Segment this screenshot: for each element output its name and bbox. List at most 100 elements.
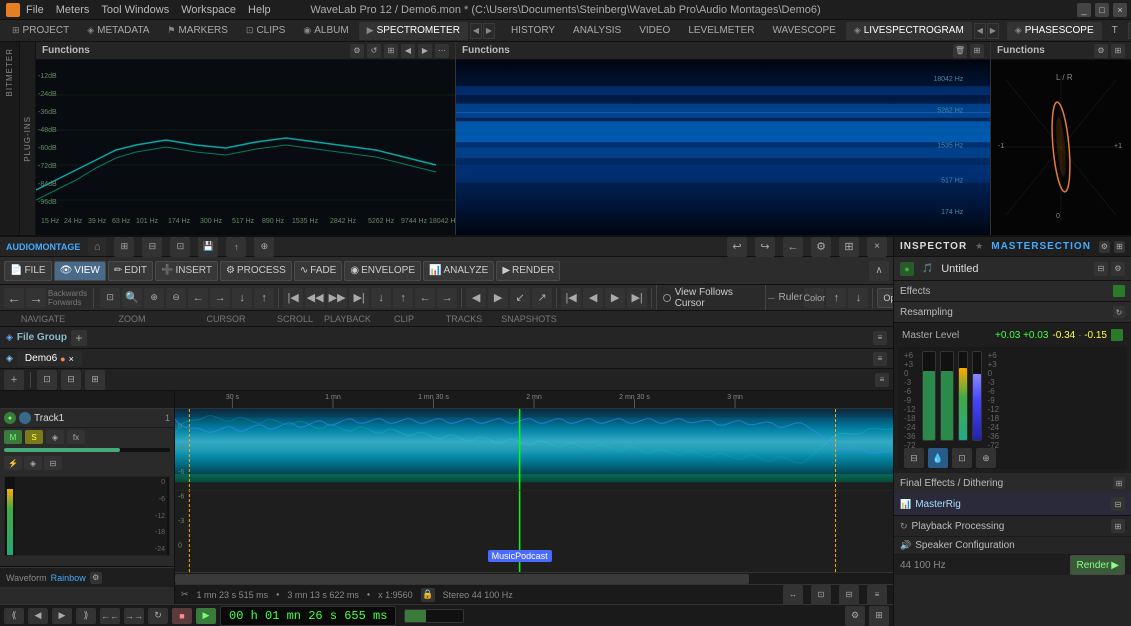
final-effects-add-btn[interactable]: ⊞: [1113, 477, 1125, 489]
fader-right[interactable]: [940, 351, 954, 441]
pb-next-btn[interactable]: ▶: [605, 288, 625, 308]
pb-rewind-btn[interactable]: |◀: [561, 288, 581, 308]
minimize-btn[interactable]: _: [1077, 3, 1091, 17]
transport-stop[interactable]: ■: [172, 608, 192, 624]
options-btn[interactable]: Options: [877, 288, 893, 308]
demo6-settings-btn[interactable]: ≡: [873, 352, 887, 366]
demo6-close-btn[interactable]: ×: [69, 354, 74, 364]
cursor-end-btn[interactable]: ▶|: [349, 288, 369, 308]
device-power-btn[interactable]: ●: [900, 262, 914, 276]
phasescope-settings-btn[interactable]: ⚙: [1094, 44, 1108, 58]
zoom-down-btn[interactable]: ↓: [232, 288, 252, 308]
cursor-up-btn[interactable]: ↑: [393, 288, 413, 308]
tab-spectrometer[interactable]: ▶ SPECTROMETER: [359, 22, 468, 40]
track1-btn3[interactable]: ⊟: [44, 456, 62, 470]
tab-t-option[interactable]: T: [1104, 22, 1126, 40]
add-track-btn[interactable]: +: [4, 370, 24, 390]
scroll-left-btn[interactable]: ◀: [466, 288, 486, 308]
redo-btn[interactable]: ↪: [755, 237, 775, 257]
track-ctrl2[interactable]: ⊟: [61, 370, 81, 390]
track1-fx-btn[interactable]: fx: [67, 430, 85, 444]
transport-skip-next[interactable]: ⟫: [76, 608, 96, 624]
tab-clips[interactable]: ⊡ CLIPS: [238, 22, 293, 40]
speaker-config-section[interactable]: 🔊 Speaker Configuration: [894, 537, 1131, 555]
transport-fwd[interactable]: →→: [124, 608, 144, 624]
playback-processing-section[interactable]: ↻ Playback Processing ⊞: [894, 516, 1131, 537]
right-tab-next[interactable]: ▶: [987, 23, 999, 39]
resampling-ctrl[interactable]: ↻: [1113, 306, 1125, 318]
maximize-btn[interactable]: □: [1095, 3, 1109, 17]
pb-prev-btn[interactable]: ◀: [583, 288, 603, 308]
tb-btn4[interactable]: ≡: [867, 585, 887, 605]
fg-settings-btn[interactable]: ≡: [873, 331, 887, 345]
tab-album[interactable]: ◉ ALBUM: [295, 22, 356, 40]
zoom-left-btn[interactable]: ←: [188, 288, 208, 308]
menu-workspace[interactable]: Workspace: [181, 4, 236, 16]
transport-skip-prev[interactable]: ⟪: [4, 608, 24, 624]
transport-back[interactable]: ←←: [100, 608, 120, 624]
forward-navigate-btn[interactable]: →: [26, 288, 46, 308]
color-btn[interactable]: Color: [804, 288, 824, 308]
render-btn[interactable]: Render ▶: [1070, 555, 1125, 575]
track-ctrl1[interactable]: ⊡: [37, 370, 57, 390]
fader-ctrl4[interactable]: ⊕: [976, 448, 996, 468]
insert-tab-btn[interactable]: ➕ INSERT: [155, 261, 218, 281]
zoom-lock-btn[interactable]: 🔒: [421, 588, 435, 602]
transport-next[interactable]: ▶: [52, 608, 72, 624]
track1-m-btn[interactable]: M: [4, 430, 22, 444]
am-expand-btn[interactable]: ⊞: [839, 237, 859, 257]
home-btn[interactable]: ⌂: [88, 238, 106, 256]
render-tab-btn[interactable]: ▶ RENDER: [496, 261, 560, 281]
zoom-cursor-btn[interactable]: ⊕: [144, 288, 164, 308]
final-effects-header[interactable]: Final Effects / Dithering ⊞: [894, 473, 1131, 493]
menu-help[interactable]: Help: [248, 4, 271, 16]
track1-settings-btn[interactable]: ◈: [46, 430, 64, 444]
transport-prev[interactable]: ◀: [28, 608, 48, 624]
tab-video[interactable]: VIDEO: [631, 22, 678, 40]
fader-ctrl3[interactable]: ⊡: [952, 448, 972, 468]
fader-left[interactable]: [922, 351, 936, 441]
file-tab-btn[interactable]: 📄 FILE: [4, 261, 52, 281]
zoom-in-btn[interactable]: 🔍: [122, 288, 142, 308]
device-ctrl2[interactable]: ⚙: [1111, 262, 1125, 276]
tb-btn2[interactable]: ⊡: [811, 585, 831, 605]
tb-btn3[interactable]: ⊟: [839, 585, 859, 605]
zoom-out-btn[interactable]: ⊖: [166, 288, 186, 308]
zoom-up-btn[interactable]: ↑: [254, 288, 274, 308]
transport-loop[interactable]: ↻: [148, 608, 168, 624]
status-settings-btn[interactable]: ⚙: [845, 606, 865, 626]
tab-project[interactable]: ⊞ PROJECT: [4, 22, 77, 40]
tab-phasescope[interactable]: ◈ PHASESCOPE: [1007, 22, 1102, 40]
track1-btn2[interactable]: ◈: [24, 456, 42, 470]
zoom-right-btn[interactable]: →: [210, 288, 230, 308]
export-btn[interactable]: ↑: [226, 237, 246, 257]
history-trash-btn[interactable]: 🗑: [953, 44, 967, 58]
cursor-prev-btn[interactable]: ◀◀: [305, 288, 325, 308]
paste-btn[interactable]: ⊡: [170, 237, 190, 257]
track1-btn1[interactable]: ⚡: [4, 456, 22, 470]
pb-processing-btn[interactable]: ⊞: [1111, 519, 1125, 533]
fade-tab-btn[interactable]: ∿ FADE: [294, 261, 343, 281]
scrollbar-thumb[interactable]: [175, 574, 749, 584]
cursor-next-btn[interactable]: ▶▶: [327, 288, 347, 308]
track1-volume-bar[interactable]: [4, 448, 170, 452]
tab-livespectrogram[interactable]: ◈ LIVESPECTROGRAM: [846, 22, 972, 40]
track1-color-btn[interactable]: [19, 412, 31, 424]
clip-label[interactable]: MusicPodcast: [488, 550, 552, 562]
cursor-rewind-btn[interactable]: |◀: [283, 288, 303, 308]
cursor-right-btn[interactable]: →: [437, 288, 457, 308]
fader-ctrl1[interactable]: ⊟: [904, 448, 924, 468]
follows-view-option[interactable]: View Follows Cursor: [661, 286, 761, 310]
process-tab-btn[interactable]: ⚙ PROCESS: [220, 261, 292, 281]
left-tab-prev[interactable]: ◀: [470, 23, 482, 39]
analyze-tab-btn[interactable]: 📊 ANALYZE: [423, 261, 494, 281]
left-tab-next[interactable]: ▶: [483, 23, 495, 39]
edit-tab-btn[interactable]: ✏ EDIT: [108, 261, 153, 281]
right-tab-prev[interactable]: ◀: [974, 23, 986, 39]
tab-history[interactable]: HISTORY: [503, 22, 563, 40]
undo-btn[interactable]: ↩: [727, 237, 747, 257]
demo6-tab[interactable]: Demo6 ● ×: [17, 351, 82, 366]
tab-analysis[interactable]: ANALYSIS: [565, 22, 629, 40]
track-down-btn[interactable]: ↓: [848, 288, 868, 308]
menu-toolwindows[interactable]: Tool Windows: [101, 4, 169, 16]
